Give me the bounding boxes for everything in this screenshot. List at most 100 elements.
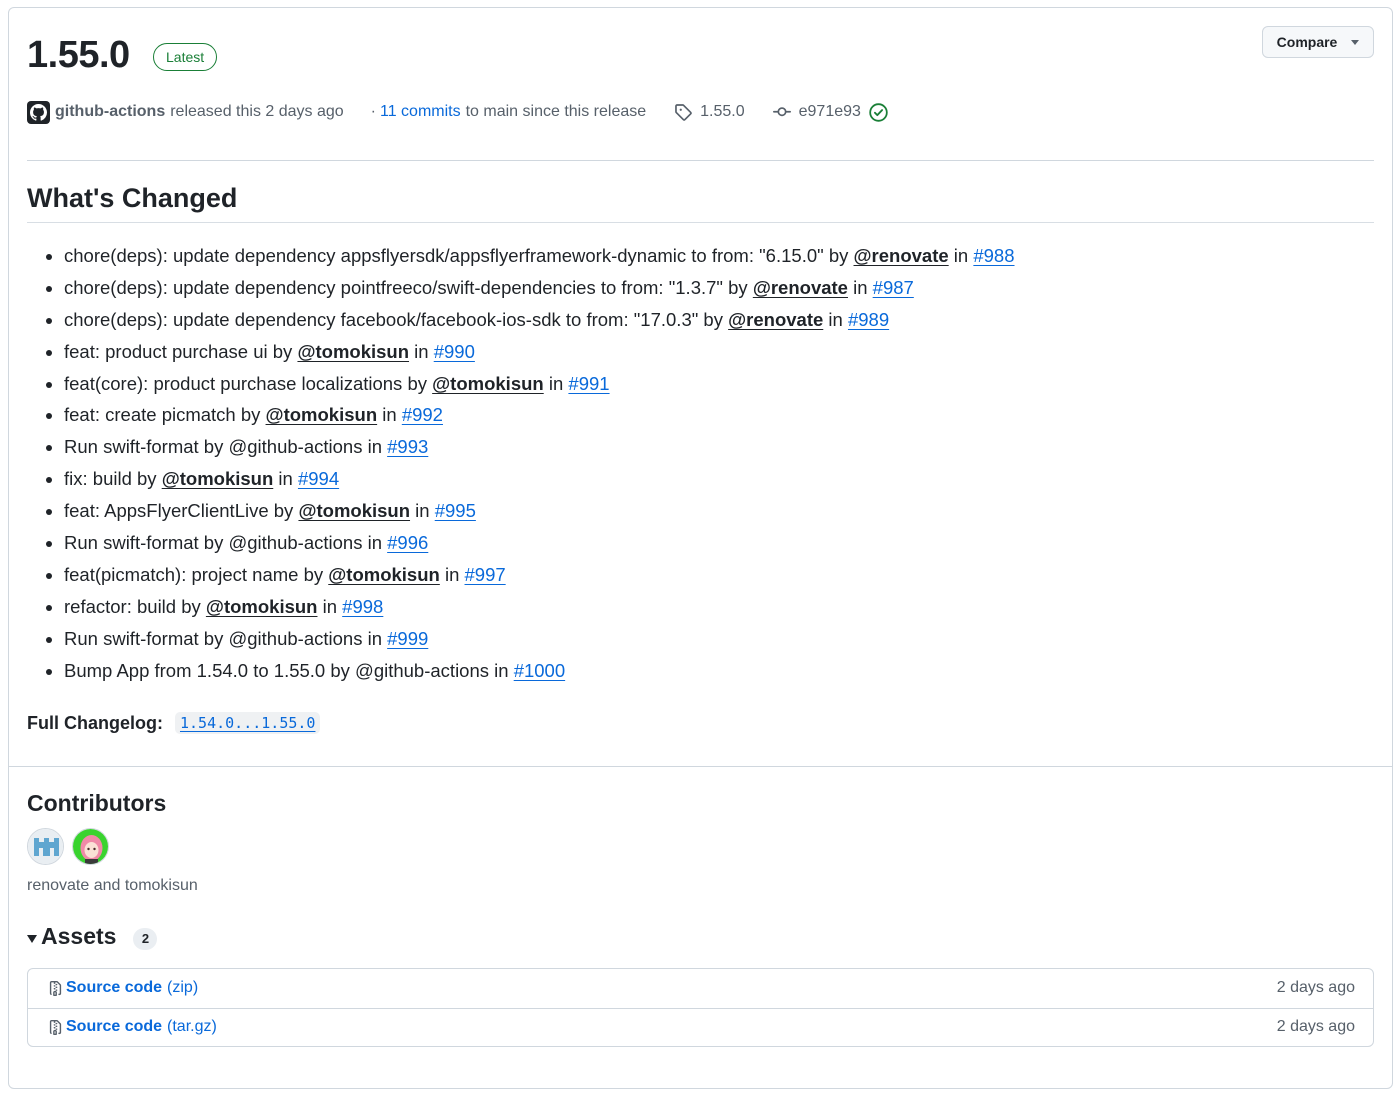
compare-label: Compare [1276, 34, 1338, 50]
change-item: Run swift-format by @github-actions in #… [64, 626, 1015, 658]
release-version[interactable]: 1.55.0 [27, 34, 130, 77]
assets-toggle[interactable]: Assets 2 [27, 923, 158, 950]
commits-suffix: to main since this release [465, 103, 647, 120]
header-divider [27, 160, 1374, 161]
pull-request-link[interactable]: #1000 [514, 660, 565, 681]
changelog-link[interactable]: 1.54.0...1.55.0 [174, 712, 321, 734]
change-in-text: in [823, 308, 848, 330]
heading-divider [27, 222, 1374, 223]
tag-icon [675, 104, 692, 121]
asset-ext[interactable]: (zip) [167, 979, 198, 997]
commit-sha: e971e93 [798, 103, 861, 120]
commits-separator: · [370, 103, 376, 120]
change-author-link[interactable]: @tomokisun [328, 564, 440, 585]
change-author-link[interactable]: @renovate [728, 309, 823, 330]
change-in-text: in [543, 372, 569, 394]
compare-button[interactable]: Compare [1262, 26, 1374, 58]
asset-row[interactable]: Source code (zip) 2 days ago [28, 969, 1373, 1008]
file-zip-icon [49, 1019, 62, 1035]
change-author-link[interactable]: @tomokisun [266, 404, 378, 425]
section-divider [9, 766, 1392, 767]
pull-request-link[interactable]: #999 [387, 628, 428, 649]
asset-name[interactable]: Source code [66, 1018, 162, 1036]
changes-list: chore(deps): update dependency appsflyer… [64, 243, 1015, 689]
change-item: feat: product purchase ui by @tomokisun … [64, 339, 1015, 371]
change-in-text: in [847, 276, 873, 298]
pull-request-link[interactable]: #991 [568, 373, 609, 394]
changelog-label: Full Changelog: [27, 712, 163, 733]
release-tag[interactable]: 1.55.0 [674, 103, 745, 121]
change-item: chore(deps): update dependency facebook/… [64, 307, 1015, 339]
asset-ext[interactable]: (tar.gz) [167, 1018, 217, 1036]
pull-request-link[interactable]: #998 [342, 596, 383, 617]
change-item: Bump App from 1.54.0 to 1.55.0 by @githu… [64, 658, 1015, 690]
change-author-link[interactable]: @tomokisun [206, 596, 318, 617]
pull-request-link[interactable]: #996 [387, 532, 428, 553]
contributor-names: renovate and tomokisun [27, 877, 198, 894]
change-item: refactor: build by @tomokisun in #998 [64, 594, 1015, 626]
change-text: feat(picmatch): project name by [64, 563, 329, 585]
release-meta: github-actions released this 2 days ago … [27, 100, 888, 124]
assets-heading: Assets [41, 923, 117, 949]
change-author-link[interactable]: @renovate [854, 245, 949, 266]
pull-request-link[interactable]: #987 [873, 277, 914, 298]
released-text: released this 2 days ago [170, 103, 344, 120]
avatar-renovate[interactable] [27, 828, 64, 865]
change-text: chore(deps): update dependency pointfree… [64, 276, 753, 298]
change-item: fix: build by @tomokisun in #994 [64, 466, 1015, 498]
release-commit[interactable]: e971e93 [772, 102, 888, 122]
change-in-text: in [317, 595, 343, 617]
change-text: chore(deps): update dependency facebook/… [64, 308, 729, 330]
asset-date: 2 days ago [1276, 1018, 1355, 1036]
pull-request-link[interactable]: #992 [402, 404, 443, 425]
change-author-link[interactable]: @tomokisun [297, 341, 409, 362]
contributors-heading: Contributors [27, 790, 167, 816]
git-commit-icon [772, 107, 791, 117]
assets-count: 2 [133, 927, 158, 950]
avatar-tomokisun[interactable] [72, 828, 109, 865]
pull-request-link[interactable]: #995 [435, 500, 476, 521]
github-mark-icon[interactable] [27, 100, 50, 124]
change-text: feat: AppsFlyerClientLive by [64, 500, 299, 522]
change-item: feat: create picmatch by @tomokisun in #… [64, 402, 1015, 434]
change-author-link[interactable]: @renovate [753, 277, 848, 298]
change-item: Run swift-format by @github-actions in #… [64, 434, 1015, 466]
pull-request-link[interactable]: #994 [298, 468, 339, 489]
change-item: Run swift-format by @github-actions in #… [64, 530, 1015, 562]
change-text: fix: build by [64, 468, 162, 490]
change-author-link[interactable]: @tomokisun [432, 373, 544, 394]
release-header: 1.55.0 Latest Compare github-actions rel… [9, 8, 1392, 766]
change-author-link[interactable]: @tomokisun [162, 468, 274, 489]
pull-request-link[interactable]: #993 [387, 436, 428, 457]
change-text: Bump App from 1.54.0 to 1.55.0 by @githu… [64, 659, 514, 681]
commits-link[interactable]: 11 commits [380, 103, 461, 121]
change-text: refactor: build by [64, 595, 206, 617]
change-text: Run swift-format by @github-actions in [64, 532, 388, 554]
change-text: feat: product purchase ui by [64, 340, 298, 362]
whats-changed-heading: What's Changed [27, 183, 238, 213]
asset-row[interactable]: Source code (tar.gz) 2 days ago [28, 1007, 1373, 1047]
asset-name[interactable]: Source code [66, 979, 162, 997]
change-text: feat(core): product purchase localizatio… [64, 372, 433, 394]
change-text: Run swift-format by @github-actions in [64, 436, 388, 458]
pull-request-link[interactable]: #990 [434, 341, 475, 362]
check-circle-icon[interactable] [869, 102, 888, 122]
pull-request-link[interactable]: #988 [973, 245, 1014, 266]
change-text: Run swift-format by @github-actions in [64, 627, 388, 649]
change-in-text: in [439, 563, 465, 585]
change-in-text: in [377, 404, 402, 426]
change-in-text: in [948, 245, 974, 266]
change-item: feat: AppsFlyerClientLive by @tomokisun … [64, 498, 1015, 530]
tag-label: 1.55.0 [700, 103, 745, 120]
change-in-text: in [410, 500, 435, 522]
change-in-text: in [273, 468, 298, 490]
chevron-down-icon [1351, 39, 1360, 45]
change-author-link[interactable]: @tomokisun [298, 500, 410, 521]
triangle-down-icon [27, 934, 37, 943]
change-in-text: in [409, 340, 434, 362]
change-text: feat: create picmatch by [64, 404, 266, 426]
release-author[interactable]: github-actions [55, 103, 165, 121]
assets-list: Source code (zip) 2 days ago Source code… [27, 968, 1374, 1047]
pull-request-link[interactable]: #989 [848, 309, 889, 330]
pull-request-link[interactable]: #997 [465, 564, 506, 585]
